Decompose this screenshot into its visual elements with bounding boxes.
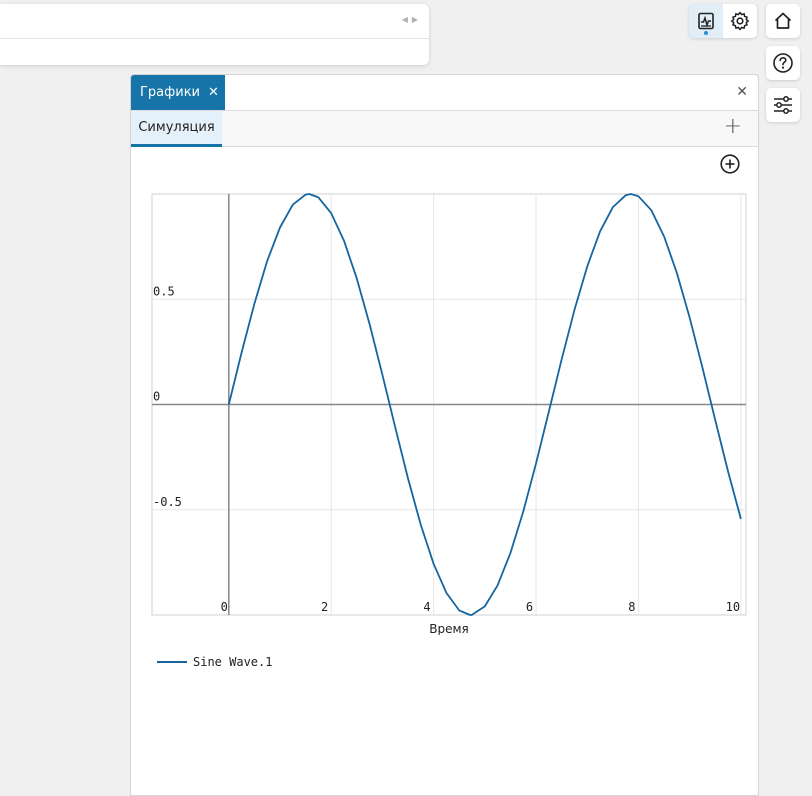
active-indicator <box>704 31 708 35</box>
filters-button[interactable] <box>766 88 800 122</box>
arrow-left-icon[interactable]: ◀ <box>402 15 408 25</box>
toolbar-group <box>689 4 757 38</box>
arrow-right-icon[interactable]: ▶ <box>412 15 418 25</box>
legend-label: Sine Wave.1 <box>193 655 273 669</box>
x-tick-label: 10 <box>726 600 740 614</box>
help-button[interactable] <box>766 46 800 80</box>
y-tick-label: 0.5 <box>153 284 175 298</box>
x-tick-label: 6 <box>526 600 533 614</box>
x-tick-label: 8 <box>628 600 635 614</box>
x-axis-label: Время <box>429 622 469 635</box>
x-tick-label: 4 <box>423 600 430 614</box>
plots-button[interactable] <box>689 4 723 38</box>
home-icon <box>774 12 792 29</box>
y-tick-label: -0.5 <box>153 495 182 509</box>
help-icon <box>773 53 793 73</box>
scroll-arrows[interactable]: ◀ ▶ <box>402 15 418 25</box>
x-tick-label: 0 <box>221 600 228 614</box>
gear-icon <box>730 11 750 31</box>
legend-swatch <box>157 661 187 663</box>
sliders-icon <box>774 96 792 114</box>
y-tick-label: 0 <box>153 390 160 404</box>
home-button[interactable] <box>766 4 800 38</box>
panel-divider <box>0 38 429 39</box>
legend: Sine Wave.1 <box>157 655 272 669</box>
chart-icon <box>698 12 714 30</box>
plots-window: Графики ✕ ✕ Симуляция + 0 2 4 6 8 10 0.5 0 -0.5 … <box>130 74 759 796</box>
top-panel: ◀ ▶ <box>0 4 429 65</box>
line-chart: 0 2 4 6 8 10 0.5 0 -0.5 Время <box>151 193 747 635</box>
settings-button[interactable] <box>723 4 757 38</box>
x-tick-label: 2 <box>321 600 328 614</box>
